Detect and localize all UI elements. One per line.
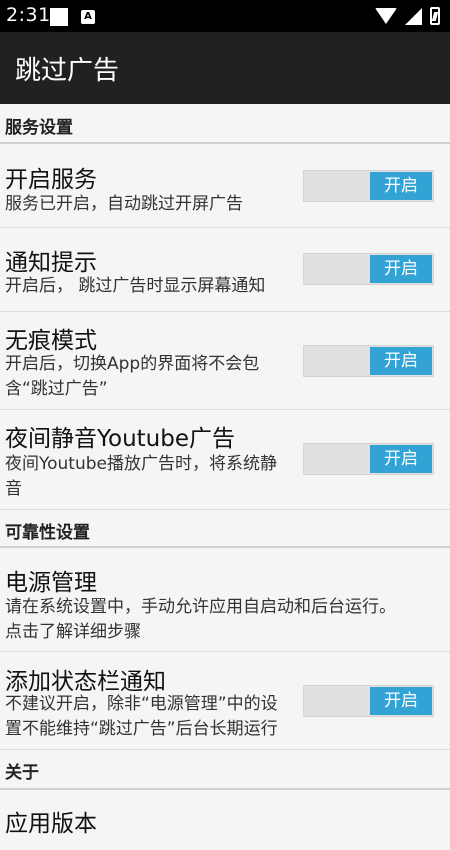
pref-status-bar-notification[interactable]: 添加状态栏通知 不建议开启，除非“电源管理”中的设 置不能维持“跳过广告”后台长… [0,652,450,750]
pref-summary-line2: 置不能维持“跳过广告”后台长期运行 [5,719,278,739]
youtube-mute-toggle[interactable]: 开启 [303,443,434,475]
pref-enable-service[interactable]: 开启服务 服务已开启，自动跳过开屏广告 开启 [0,144,450,228]
pref-title: 添加状态栏通知 [5,669,166,695]
wifi-icon [375,8,397,24]
toggle-thumb: 开启 [370,347,432,375]
pref-summary-line2: 音 [5,479,22,499]
toggle-thumb: 开启 [370,172,432,200]
pref-summary-line1: 夜间Youtube播放广告时，将系统静 [5,454,277,474]
pref-summary-line2: 点击了解详细步骤 [5,622,141,642]
toggle-thumb: 开启 [370,255,432,283]
toggle-thumb: 开启 [370,687,432,715]
category-header: 可靠性设置 [5,523,90,543]
pref-app-version[interactable]: 应用版本 [0,790,450,850]
pref-youtube-mute[interactable]: 夜间静音Youtube广告 夜间Youtube播放广告时，将系统静 音 开启 [0,410,450,510]
pref-title: 电源管理 [5,570,97,596]
pref-title: 通知提示 [5,250,97,276]
pref-summary-line2: 含“跳过广告” [5,379,108,399]
pref-summary-line1: 开启后，切换App的界面将不会包 [5,354,260,374]
battery-charging-icon [430,7,440,25]
pref-summary: 服务已开启，自动跳过开屏广告 [5,194,243,214]
pref-summary-line1: 不建议开启，除非“电源管理”中的设 [5,694,278,714]
pref-title: 开启服务 [5,167,97,193]
category-reliability-settings: 可靠性设置 [0,510,450,548]
pref-summary: 开启后， 跳过广告时显示屏幕通知 [5,276,266,296]
status-icons [375,6,440,26]
pref-notification[interactable]: 通知提示 开启后， 跳过广告时显示屏幕通知 开启 [0,228,450,312]
status-bar: 2:31 A [0,0,450,32]
pref-title: 应用版本 [5,811,97,837]
category-header: 关于 [5,763,39,783]
category-service-settings: 服务设置 [0,104,450,144]
category-header: 服务设置 [5,118,73,138]
settings-list[interactable]: 服务设置 开启服务 服务已开启，自动跳过开屏广告 开启 通知提示 开启后， 跳过… [0,104,450,850]
pref-incognito[interactable]: 无痕模式 开启后，切换App的界面将不会包 含“跳过广告” 开启 [0,312,450,410]
pref-summary-line1: 请在系统设置中，手动允许应用自启动和后台运行。 [5,597,396,617]
pref-title: 无痕模式 [5,328,97,354]
notification-square-icon [50,8,68,26]
enable-service-toggle[interactable]: 开启 [303,170,434,202]
category-about: 关于 [0,750,450,790]
signal-icon [405,7,422,25]
status-notification-toggle[interactable]: 开启 [303,685,434,717]
page-title: 跳过广告 [15,56,120,86]
notification-toggle[interactable]: 开启 [303,253,434,285]
incognito-toggle[interactable]: 开启 [303,345,434,377]
app-bar: 跳过广告 [0,32,450,104]
notification-a-icon: A [81,10,95,24]
pref-power-management[interactable]: 电源管理 请在系统设置中，手动允许应用自启动和后台运行。 点击了解详细步骤 [0,548,450,652]
pref-title: 夜间静音Youtube广告 [5,426,235,452]
toggle-thumb: 开启 [370,445,432,473]
status-time: 2:31 [6,4,51,26]
